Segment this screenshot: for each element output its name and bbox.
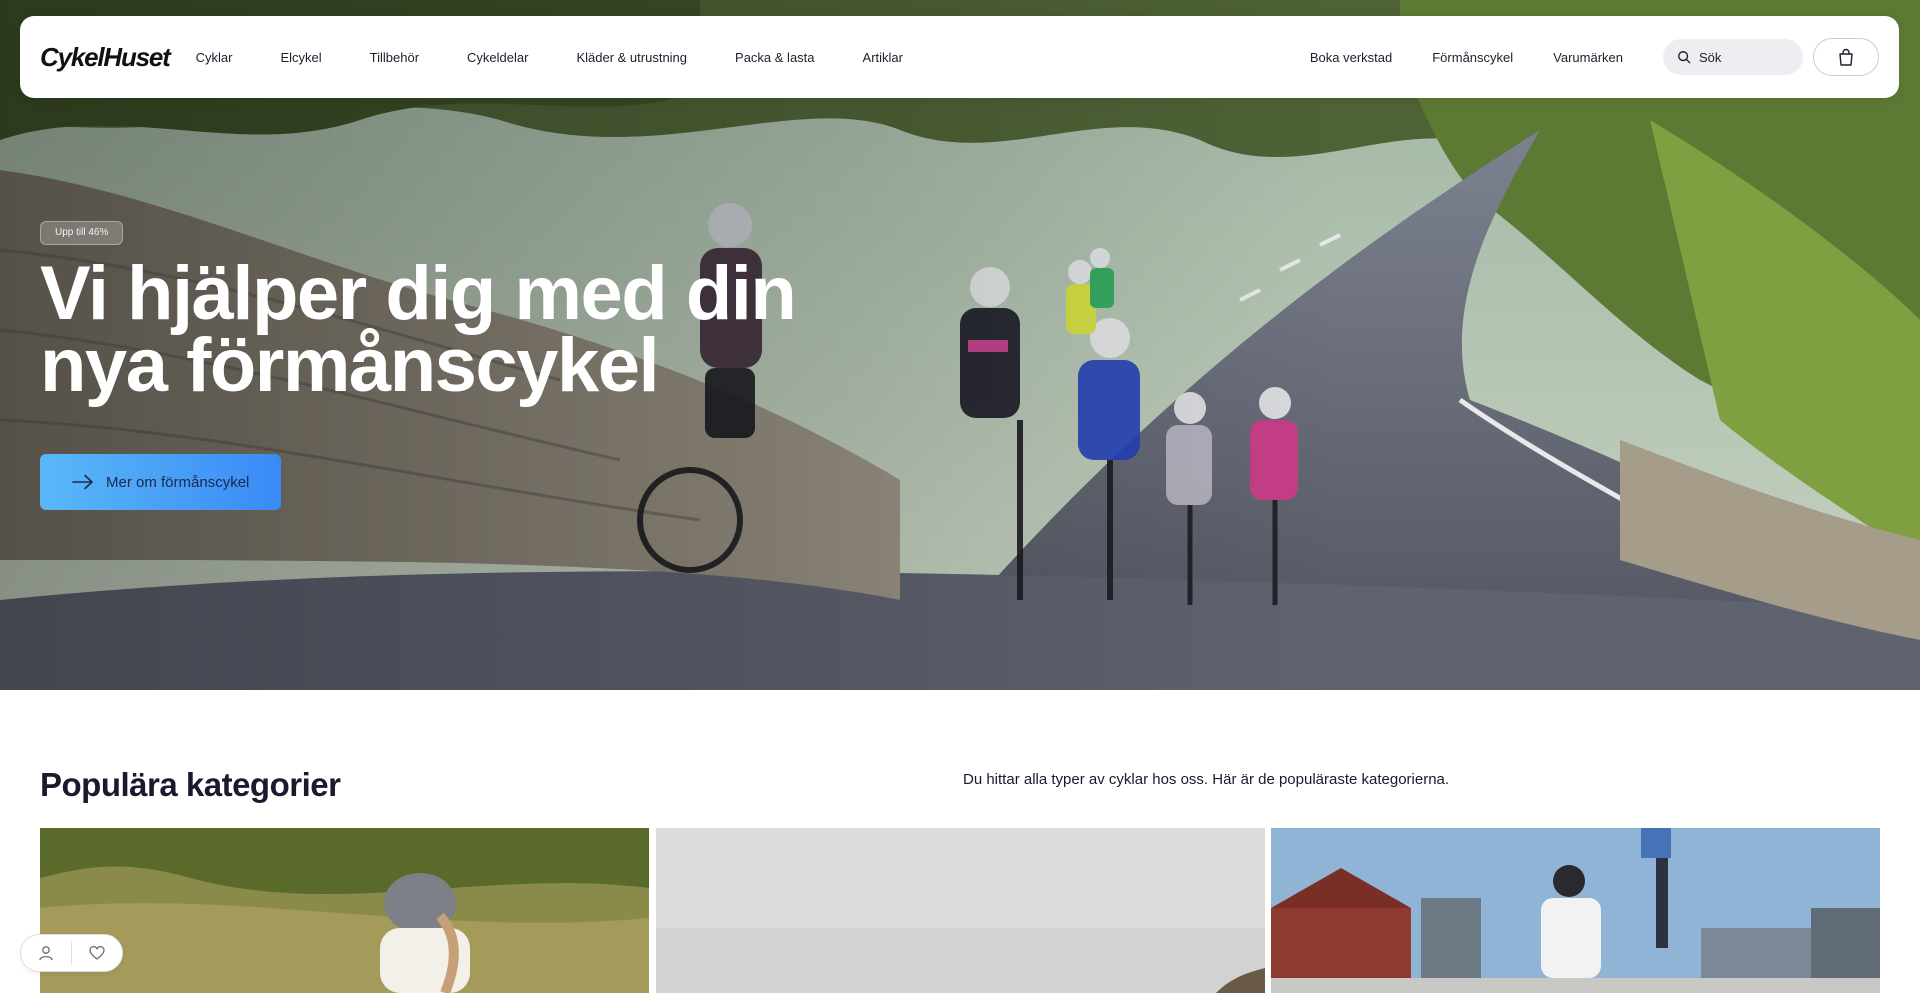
categories-description: Du hittar alla typer av cyklar hos oss. … (963, 771, 1450, 788)
nav-item-artiklar[interactable]: Artiklar (863, 50, 903, 65)
discount-badge: Upp till 46% (40, 221, 124, 245)
nav-item-packa-lasta[interactable]: Packa & lasta (735, 50, 815, 65)
nav-item-varumarken[interactable]: Varumärken (1553, 50, 1623, 65)
category-tile[interactable] (656, 828, 1265, 993)
categories-title: Populära kategorier (40, 766, 341, 803)
search-box[interactable] (1663, 39, 1803, 75)
cart-button[interactable] (1813, 38, 1879, 76)
nav-item-formanscykel[interactable]: Förmånscykel (1432, 50, 1513, 65)
category-image (1271, 828, 1880, 993)
user-icon (39, 946, 53, 961)
account-floatbar (20, 934, 123, 972)
hero-cta-button[interactable]: Mer om förmånscykel (40, 454, 281, 510)
search-input[interactable] (1699, 49, 1789, 65)
secondary-nav: Boka verkstad Förmånscykel Varumärken (1310, 50, 1623, 65)
wishlist-button[interactable] (72, 935, 122, 971)
top-navbar: CykelHuset Cyklar Elcykel Tillbehör Cyke… (20, 16, 1899, 98)
heart-icon (89, 945, 105, 960)
hero-cta-label: Mer om förmånscykel (106, 473, 250, 491)
nav-item-elcykel[interactable]: Elcykel (280, 50, 321, 65)
hero-title: Vi hjälper dig med din nya förmånscykel (40, 251, 797, 408)
category-tile[interactable] (40, 828, 649, 993)
nav-item-tillbehor[interactable]: Tillbehör (370, 50, 419, 65)
nav-item-boka-verkstad[interactable]: Boka verkstad (1310, 50, 1392, 65)
category-tile[interactable] (1271, 828, 1880, 993)
account-button[interactable] (21, 935, 71, 971)
category-image (40, 828, 649, 993)
nav-item-klader-utrustning[interactable]: Kläder & utrustning (576, 50, 687, 65)
site-logo[interactable]: CykelHuset (40, 42, 171, 73)
shopping-bag-icon (1839, 48, 1853, 66)
nav-item-cykeldelar[interactable]: Cykeldelar (467, 50, 528, 65)
main-nav: Cyklar Elcykel Tillbehör Cykeldelar Kläd… (196, 50, 903, 65)
category-image (656, 828, 1265, 993)
arrow-right-icon (72, 474, 93, 490)
search-icon (1678, 51, 1691, 64)
nav-item-cyklar[interactable]: Cyklar (196, 50, 233, 65)
